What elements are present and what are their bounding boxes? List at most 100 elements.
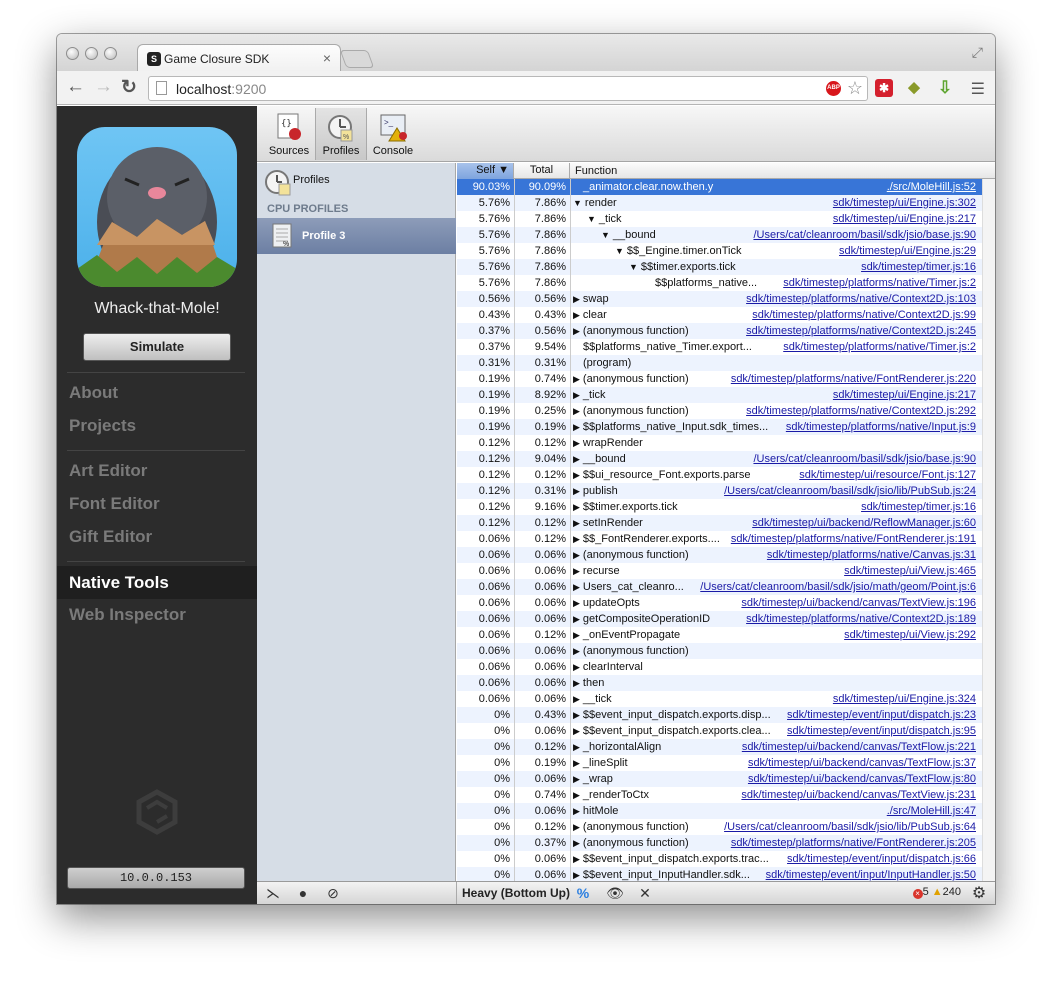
collapsed-arrow-icon[interactable]: ▶	[573, 678, 580, 688]
source-link[interactable]: sdk/timestep/ui/Engine.js:29	[836, 243, 976, 259]
table-row[interactable]: 0.12% 0.12% ▶ setInRender sdk/timestep/ui/ba…	[457, 515, 982, 531]
table-row[interactable]: 0.06% 0.06% ▶ updateOpts sdk/timestep/ui/bac…	[457, 595, 982, 611]
table-row[interactable]: 90.03% 90.09% _animator.clear.now.then.y ./…	[457, 179, 982, 195]
collapsed-arrow-icon[interactable]: ▶	[573, 774, 580, 784]
table-row[interactable]: 0.19% 0.25% ▶ (anonymous function) sdk/times…	[457, 403, 982, 419]
zoom-window-button[interactable]	[104, 47, 117, 60]
nav-native-tools[interactable]: Native Tools	[57, 566, 257, 599]
browser-tab[interactable]: S Game Closure SDK ×	[137, 44, 341, 71]
table-row[interactable]: 0% 0.19% ▶ _lineSplit sdk/timestep/ui/backen…	[457, 755, 982, 771]
collapsed-arrow-icon[interactable]: ▶	[573, 294, 580, 304]
lastpass-extension-icon[interactable]: ✱	[875, 79, 893, 97]
focus-eye-icon[interactable]: 👁	[601, 884, 629, 903]
source-link[interactable]: /Users/cat/cleanroom/basil/sdk/jsio/math…	[697, 579, 976, 595]
bookmark-star-icon[interactable]: ☆	[847, 78, 863, 99]
collapsed-arrow-icon[interactable]: ▶	[573, 646, 580, 656]
table-row[interactable]: 0% 0.37% ▶ (anonymous function) sdk/timestep…	[457, 835, 982, 851]
source-link[interactable]: sdk/timestep/ui/backend/canvas/TextFlow.…	[738, 739, 976, 755]
source-link[interactable]: sdk/timestep/platforms/native/Context2D.…	[749, 307, 976, 323]
nav-art-editor[interactable]: Art Editor	[69, 461, 147, 481]
source-link[interactable]: sdk/timestep/ui/View.js:292	[841, 627, 976, 643]
collapsed-arrow-icon[interactable]: ▶	[573, 438, 580, 448]
simulate-button[interactable]: Simulate	[83, 333, 231, 361]
table-row[interactable]: 0% 0.06% ▶ $$event_input_dispatch.exports.c…	[457, 723, 982, 739]
close-window-button[interactable]	[66, 47, 79, 60]
source-link[interactable]: /Users/cat/cleanroom/basil/sdk/jsio/lib/…	[721, 819, 976, 835]
percent-toggle-icon[interactable]: %	[569, 884, 597, 903]
table-row[interactable]: 0.43% 0.43% ▶ clear sdk/timestep/platforms/n…	[457, 307, 982, 323]
collapsed-arrow-icon[interactable]: ▶	[573, 854, 580, 864]
table-row[interactable]: 0.31% 0.31% (program)	[457, 355, 982, 371]
nav-font-editor[interactable]: Font Editor	[69, 494, 160, 514]
source-link[interactable]: sdk/timestep/ui/Engine.js:217	[829, 387, 976, 403]
source-link[interactable]: /Users/cat/cleanroom/basil/sdk/jsio/base…	[750, 451, 976, 467]
collapsed-arrow-icon[interactable]: ▶	[573, 758, 580, 768]
table-row[interactable]: 0.56% 0.56% ▶ swap sdk/timestep/platforms/na…	[457, 291, 982, 307]
view-mode-select[interactable]: Heavy (Bottom Up)	[462, 886, 570, 900]
source-link[interactable]: sdk/timestep/ui/backend/ReflowManager.js…	[749, 515, 976, 531]
source-link[interactable]: sdk/timestep/ui/Engine.js:324	[830, 691, 976, 707]
table-row[interactable]: 0.37% 9.54% $$platforms_native_Timer.expor…	[457, 339, 982, 355]
table-row[interactable]: 0% 0.74% ▶ _renderToCtx sdk/timestep/ui/back…	[457, 787, 982, 803]
collapsed-arrow-icon[interactable]: ▶	[573, 726, 580, 736]
collapsed-arrow-icon[interactable]: ▶	[573, 486, 580, 496]
nav-projects[interactable]: Projects	[69, 416, 136, 436]
source-link[interactable]: sdk/timestep/timer.js:16	[858, 259, 976, 275]
fullscreen-icon[interactable]: ⤢	[972, 44, 983, 61]
collapsed-arrow-icon[interactable]: ▶	[573, 534, 580, 544]
reload-icon[interactable]: ↻	[121, 76, 137, 99]
minimize-window-button[interactable]	[85, 47, 98, 60]
source-link[interactable]: /Users/cat/cleanroom/basil/sdk/jsio/lib/…	[721, 483, 976, 499]
clear-icon[interactable]: ⊘	[319, 884, 347, 903]
source-link[interactable]: sdk/timestep/platforms/native/FontRender…	[728, 531, 976, 547]
adblock-icon[interactable]: ABP	[826, 81, 841, 96]
source-link[interactable]: sdk/timestep/event/input/dispatch.js:66	[784, 851, 976, 867]
table-row[interactable]: 0.06% 0.06% ▶ __tick sdk/timestep/ui/Engine.…	[457, 691, 982, 707]
source-link[interactable]: sdk/timestep/event/input/InputHandler.js…	[762, 867, 976, 881]
table-row[interactable]: 0.06% 0.12% ▶ $$_FontRenderer.exports.... sd…	[457, 531, 982, 547]
collapsed-arrow-icon[interactable]: ▶	[573, 742, 580, 752]
forward-arrow-icon[interactable]: →	[94, 76, 113, 98]
table-row[interactable]: 0.06% 0.06% ▶ recurse sdk/timestep/ui/View.j…	[457, 563, 982, 579]
source-link[interactable]: sdk/timestep/ui/backend/canvas/TextFlow.…	[745, 755, 976, 771]
source-link[interactable]: sdk/timestep/platforms/native/Timer.js:2	[780, 339, 976, 355]
source-link[interactable]: sdk/timestep/platforms/native/Timer.js:2	[780, 275, 976, 291]
source-link[interactable]: ./src/MoleHill.js:47	[883, 803, 976, 819]
collapsed-arrow-icon[interactable]: ▶	[573, 502, 580, 512]
table-row[interactable]: 0% 0.06% ▶ _wrap sdk/timestep/ui/backend/can…	[457, 771, 982, 787]
source-link[interactable]: sdk/timestep/ui/Engine.js:217	[830, 211, 976, 227]
source-link[interactable]: sdk/timestep/platforms/native/Context2D.…	[743, 403, 976, 419]
dock-toggle-icon[interactable]: ⋋	[259, 884, 287, 903]
source-link[interactable]: sdk/timestep/platforms/native/Input.js:9	[782, 419, 976, 435]
table-row[interactable]: 0.06% 0.06% ▶ clearInterval	[457, 659, 982, 675]
collapsed-arrow-icon[interactable]: ▶	[573, 422, 580, 432]
table-row[interactable]: 0% 0.12% ▶ _horizontalAlign sdk/timestep/ui/…	[457, 739, 982, 755]
address-bar[interactable]: localhost:9200 ABP ☆	[148, 76, 868, 101]
table-row[interactable]: 0.12% 9.16% ▶ $$timer.exports.tick sdk/times…	[457, 499, 982, 515]
table-row[interactable]: 5.76% 7.86% ▼ $$timer.exports.tick sdk/times…	[457, 259, 982, 275]
collapsed-arrow-icon[interactable]: ▶	[573, 454, 580, 464]
source-link[interactable]: sdk/timestep/event/input/dispatch.js:95	[784, 723, 976, 739]
collapsed-arrow-icon[interactable]: ▶	[573, 838, 580, 848]
tab-profiles[interactable]: % Profiles	[315, 108, 367, 160]
source-link[interactable]: sdk/timestep/platforms/native/Context2D.…	[743, 611, 976, 627]
download-extension-icon[interactable]: ⇩	[936, 79, 954, 97]
collapsed-arrow-icon[interactable]: ▶	[573, 374, 580, 384]
nav-web-inspector[interactable]: Web Inspector	[69, 605, 186, 625]
expanded-arrow-icon[interactable]: ▼	[629, 262, 638, 272]
source-link[interactable]: ./src/MoleHill.js:52	[883, 179, 976, 195]
collapsed-arrow-icon[interactable]: ▶	[573, 470, 580, 480]
table-row[interactable]: 0% 0.06% ▶ $$event_input_dispatch.exports.t…	[457, 851, 982, 867]
collapsed-arrow-icon[interactable]: ▶	[573, 662, 580, 672]
collapsed-arrow-icon[interactable]: ▶	[573, 790, 580, 800]
settings-gear-icon[interactable]: ⚙	[965, 884, 993, 903]
source-link[interactable]: sdk/timestep/timer.js:16	[858, 499, 976, 515]
collapsed-arrow-icon[interactable]: ▶	[573, 326, 580, 336]
table-row[interactable]: 0.19% 8.92% ▶ _tick sdk/timestep/ui/Engine.j…	[457, 387, 982, 403]
nav-about[interactable]: About	[69, 383, 118, 403]
function-column-header[interactable]: Function	[571, 164, 617, 179]
source-link[interactable]: sdk/timestep/platforms/native/FontRender…	[727, 835, 976, 851]
source-link[interactable]: sdk/timestep/ui/backend/canvas/TextFlow.…	[744, 771, 976, 787]
source-link[interactable]: sdk/timestep/platforms/native/Context2D.…	[743, 323, 976, 339]
table-row[interactable]: 5.76% 7.86% ▼ _tick sdk/timestep/ui/Engine.j…	[457, 211, 982, 227]
